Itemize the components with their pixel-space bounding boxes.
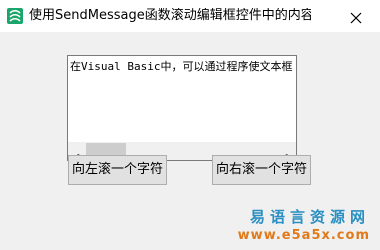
close-icon <box>350 9 362 24</box>
text-edit-box[interactable]: 在Visual Basic中，可以通过程序使文本框 <box>67 55 297 163</box>
app-window: 使用SendMessage函数滚动编辑框控件中的内容 cjdn@... 在Vis… <box>0 0 380 250</box>
close-button[interactable] <box>342 4 370 26</box>
watermark: 易语言资源网 www.e5a5x.com <box>238 207 370 245</box>
scroll-right-button[interactable]: 向右滚一个字符 <box>212 155 311 185</box>
right-arrow-icon <box>284 147 292 163</box>
watermark-url: www.e5a5x.com <box>237 228 370 243</box>
window-title: 使用SendMessage函数滚动编辑框控件中的内容 cjdn@... <box>29 8 311 23</box>
edit-text-content[interactable]: 在Visual Basic中，可以通过程序使文本框 <box>70 59 296 75</box>
left-arrow-icon <box>73 147 81 163</box>
watermark-brand: 易语言资源网 <box>249 208 370 226</box>
title-bar[interactable]: 使用SendMessage函数滚动编辑框控件中的内容 cjdn@... <box>0 0 380 32</box>
client-area: 在Visual Basic中，可以通过程序使文本框 向左滚一个字符 向右滚一个字… <box>0 32 380 250</box>
app-icon <box>6 7 24 25</box>
scroll-left-button[interactable]: 向左滚一个字符 <box>68 155 167 185</box>
